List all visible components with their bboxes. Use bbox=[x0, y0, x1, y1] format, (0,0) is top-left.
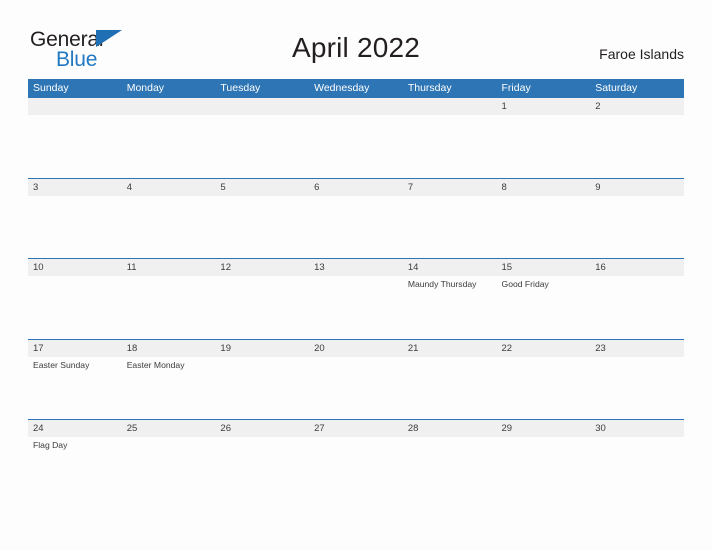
date-number[interactable]: 13 bbox=[309, 259, 403, 276]
day-event-label bbox=[309, 437, 403, 499]
date-number[interactable]: 19 bbox=[215, 340, 309, 357]
event-band: Easter Sunday Easter Monday bbox=[28, 356, 684, 419]
date-number[interactable]: 21 bbox=[403, 340, 497, 357]
calendar-grid: Sunday Monday Tuesday Wednesday Thursday… bbox=[28, 79, 684, 500]
date-number[interactable]: 28 bbox=[403, 420, 497, 437]
date-number[interactable]: 15 bbox=[497, 259, 591, 276]
day-event-label bbox=[497, 357, 591, 419]
day-event-label bbox=[215, 115, 309, 177]
day-event-label bbox=[403, 357, 497, 419]
date-number[interactable]: 5 bbox=[215, 179, 309, 196]
date-number[interactable]: 11 bbox=[122, 259, 216, 276]
day-event-label bbox=[497, 437, 591, 499]
day-event-label: Maundy Thursday bbox=[407, 279, 477, 289]
day-event-label bbox=[122, 196, 216, 258]
date-number[interactable]: 1 bbox=[497, 98, 591, 115]
day-event-label bbox=[590, 437, 684, 499]
day-event-label bbox=[122, 115, 216, 177]
day-event-label bbox=[215, 437, 309, 499]
week-row: 17 18 19 20 21 22 23 Easter Sunday Easte… bbox=[28, 338, 684, 420]
date-number[interactable] bbox=[403, 98, 497, 115]
day-event-label bbox=[309, 196, 403, 258]
date-number[interactable]: 6 bbox=[309, 179, 403, 196]
date-number[interactable] bbox=[122, 98, 216, 115]
date-number[interactable] bbox=[215, 98, 309, 115]
weekday-header-sunday: Sunday bbox=[33, 82, 69, 94]
weekday-header-saturday: Saturday bbox=[595, 82, 638, 94]
date-number[interactable]: 14 bbox=[403, 259, 497, 276]
region-label: Faroe Islands bbox=[599, 46, 684, 62]
day-event-label bbox=[215, 196, 309, 258]
event-band: Maundy Thursday Good Friday bbox=[28, 276, 684, 338]
date-number[interactable]: 16 bbox=[590, 259, 684, 276]
week-row: 10 11 12 13 14 15 16 Maundy Thursday Goo… bbox=[28, 258, 684, 339]
weekday-header-row: Sunday Monday Tuesday Wednesday Thursday… bbox=[28, 79, 684, 97]
date-number[interactable]: 26 bbox=[215, 420, 309, 437]
date-number[interactable]: 27 bbox=[309, 420, 403, 437]
date-number[interactable]: 22 bbox=[497, 340, 591, 357]
date-number[interactable]: 8 bbox=[497, 179, 591, 196]
date-number[interactable]: 18 bbox=[122, 340, 216, 357]
week-row: 1 2 bbox=[28, 97, 684, 178]
event-band: Flag Day bbox=[28, 437, 684, 499]
date-number[interactable]: 9 bbox=[590, 179, 684, 196]
event-band bbox=[28, 195, 684, 258]
day-event-label bbox=[590, 357, 684, 419]
date-number[interactable] bbox=[309, 98, 403, 115]
calendar-page: General Blue April 2022 Faroe Islands Su… bbox=[0, 0, 712, 550]
day-event-label: Flag Day bbox=[33, 440, 68, 450]
date-number[interactable]: 25 bbox=[122, 420, 216, 437]
date-number[interactable]: 4 bbox=[122, 179, 216, 196]
weekday-header-wednesday: Wednesday bbox=[314, 82, 370, 94]
day-event-label bbox=[403, 437, 497, 499]
week-row: 24 25 26 27 28 29 30 Flag Day bbox=[28, 419, 684, 500]
date-number[interactable]: 20 bbox=[309, 340, 403, 357]
date-number-band: 1 2 bbox=[28, 98, 684, 115]
day-event-label: Good Friday bbox=[501, 279, 549, 289]
event-band bbox=[28, 115, 684, 177]
date-number[interactable]: 3 bbox=[28, 179, 122, 196]
day-event-label bbox=[497, 115, 591, 177]
date-number[interactable]: 2 bbox=[590, 98, 684, 115]
weekday-header-monday: Monday bbox=[126, 82, 165, 94]
day-event-label bbox=[309, 276, 403, 338]
day-event-label bbox=[122, 276, 216, 338]
week-row: 3 4 5 6 7 8 9 bbox=[28, 177, 684, 259]
day-event-label bbox=[215, 357, 309, 419]
day-event-label bbox=[28, 196, 122, 258]
date-number[interactable]: 10 bbox=[28, 259, 122, 276]
day-event-label bbox=[590, 276, 684, 338]
date-number-band: 24 25 26 27 28 29 30 bbox=[28, 420, 684, 437]
day-event-label bbox=[403, 115, 497, 177]
day-event-label bbox=[590, 115, 684, 177]
date-number[interactable] bbox=[28, 98, 122, 115]
day-event-label bbox=[28, 115, 122, 177]
date-number[interactable]: 12 bbox=[215, 259, 309, 276]
date-number[interactable]: 30 bbox=[590, 420, 684, 437]
date-number[interactable]: 24 bbox=[28, 420, 122, 437]
day-event-label bbox=[497, 196, 591, 258]
day-event-label: Easter Monday bbox=[126, 359, 185, 370]
date-number[interactable]: 29 bbox=[497, 420, 591, 437]
day-event-label bbox=[590, 196, 684, 258]
date-number-band: 17 18 19 20 21 22 23 bbox=[28, 339, 684, 357]
weekday-header-thursday: Thursday bbox=[407, 82, 452, 94]
day-event-label bbox=[403, 196, 497, 258]
day-event-label bbox=[122, 437, 216, 499]
day-event-label bbox=[28, 276, 122, 338]
day-event-label bbox=[215, 276, 309, 338]
date-number-band: 3 4 5 6 7 8 9 bbox=[28, 178, 684, 196]
page-header: General Blue April 2022 Faroe Islands bbox=[0, 0, 712, 78]
date-number[interactable]: 17 bbox=[28, 340, 122, 357]
date-number[interactable]: 7 bbox=[403, 179, 497, 196]
date-number-band: 10 11 12 13 14 15 16 bbox=[28, 259, 684, 276]
day-event-label: Easter Sunday bbox=[33, 359, 90, 370]
weekday-header-tuesday: Tuesday bbox=[220, 82, 261, 94]
weekday-header-friday: Friday bbox=[501, 82, 531, 94]
date-number[interactable]: 23 bbox=[590, 340, 684, 357]
day-event-label bbox=[309, 357, 403, 419]
day-event-label bbox=[309, 115, 403, 177]
